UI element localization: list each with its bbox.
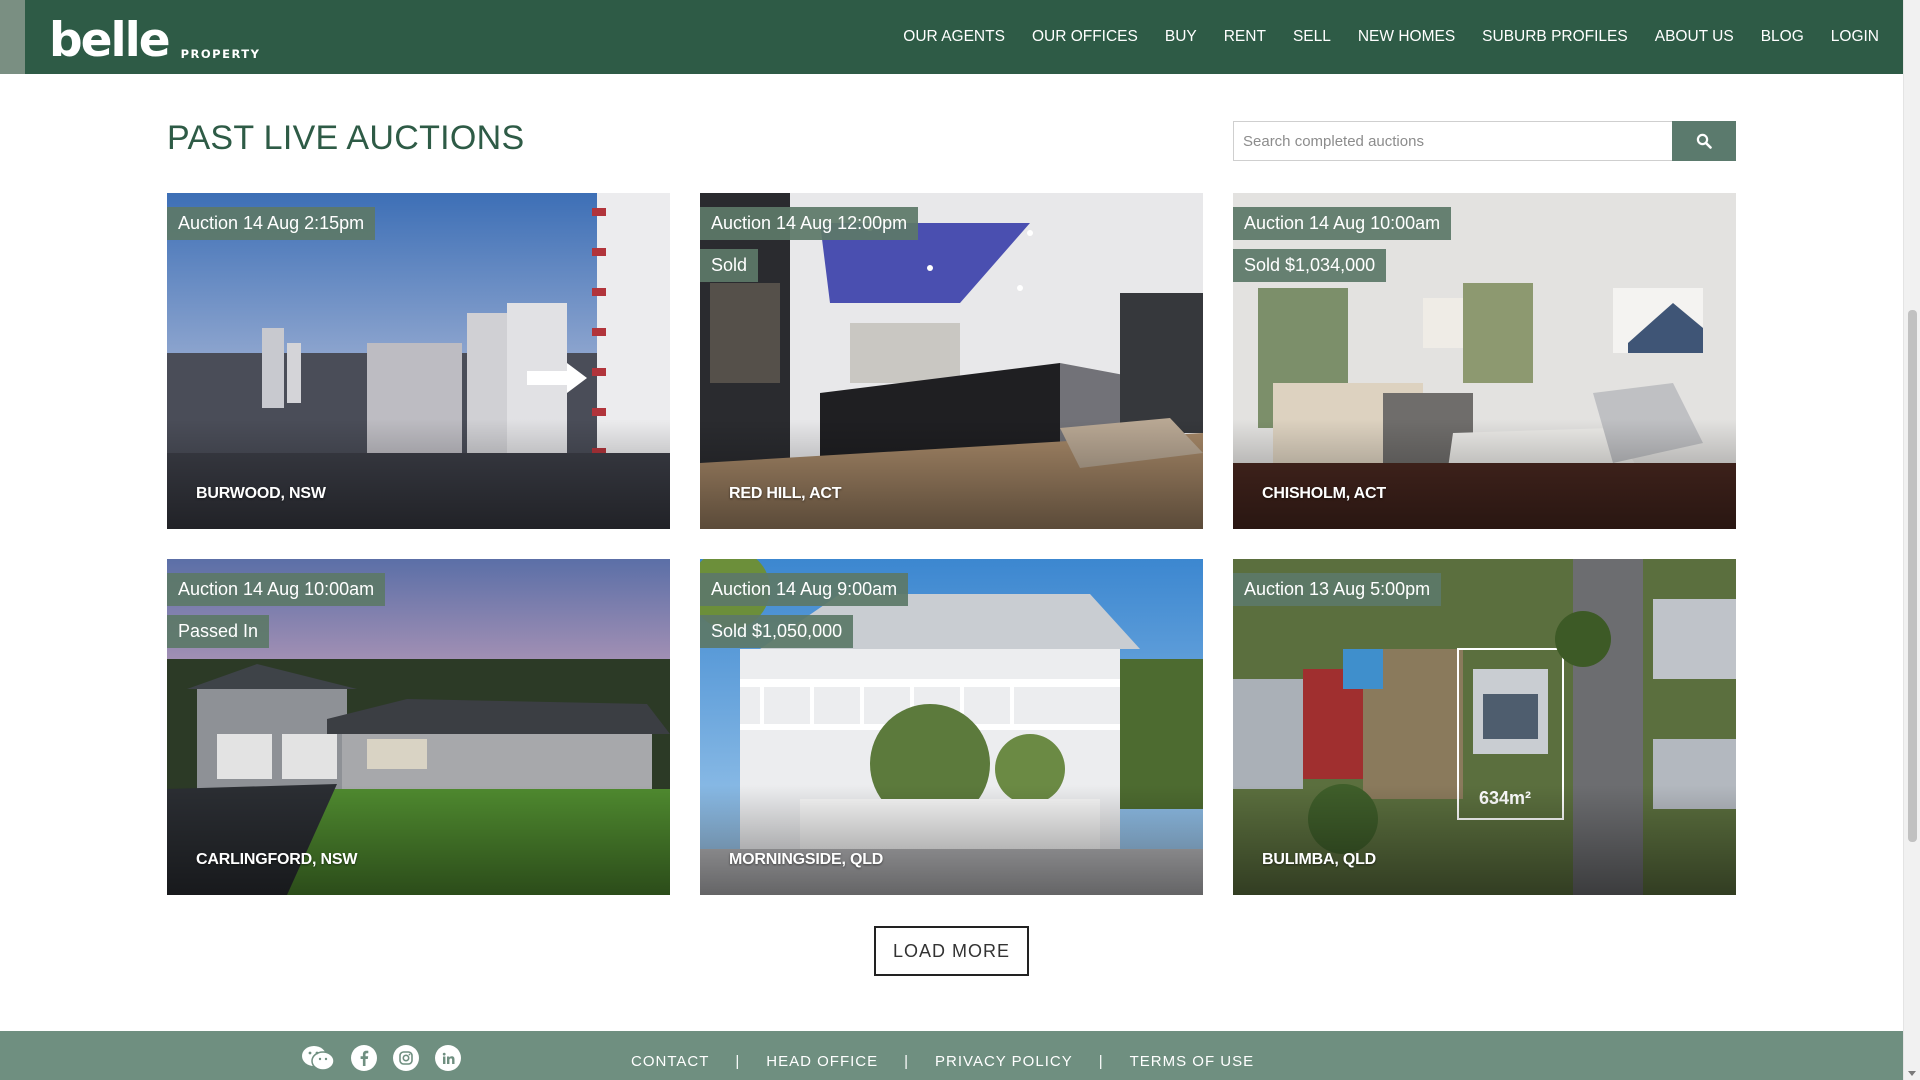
auction-date-badge: Auction 14 Aug 2:15pm	[167, 207, 376, 240]
auction-card[interactable]: Auction 14 Aug 12:00pm Sold RED HILL, AC…	[700, 193, 1203, 529]
auction-date-badge: Auction 14 Aug 12:00pm	[700, 207, 919, 240]
page-title: PAST LIVE AUCTIONS	[167, 119, 525, 157]
page-scrollbar[interactable]	[1903, 0, 1920, 1080]
main-nav: OUR AGENTS OUR OFFICES BUY RENT SELL NEW…	[876, 0, 1879, 74]
footer-links: CONTACT | HEAD OFFICE | PRIVACY POLICY |…	[631, 1031, 1254, 1080]
scroll-down-arrow-icon[interactable]	[1908, 1071, 1916, 1076]
search-input[interactable]	[1233, 121, 1672, 161]
logo-wordmark: belle	[49, 13, 171, 68]
auction-card[interactable]: Auction 14 Aug 10:00am Sold $1,034,000 C…	[1233, 193, 1736, 529]
property-photo: 634m²	[1233, 559, 1736, 895]
property-photo	[700, 559, 1203, 895]
auction-card[interactable]: Auction 14 Aug 10:00am Passed In CARLING…	[167, 559, 670, 895]
site-footer: CONTACT | HEAD OFFICE | PRIVACY POLICY |…	[0, 1031, 1903, 1080]
auction-date-badge: Auction 13 Aug 5:00pm	[1233, 573, 1442, 606]
footer-link-privacy-policy[interactable]: PRIVACY POLICY	[935, 1053, 1073, 1070]
site-header: belle PROPERTY OUR AGENTS OUR OFFICES BU…	[0, 0, 1903, 74]
instagram-icon[interactable]	[393, 1045, 419, 1071]
property-photo	[1233, 193, 1736, 529]
property-location: BURWOOD, NSW	[196, 485, 326, 502]
footer-link-terms-of-use[interactable]: TERMS OF USE	[1130, 1053, 1255, 1070]
search-button[interactable]	[1672, 121, 1736, 161]
footer-link-contact[interactable]: CONTACT	[631, 1053, 709, 1070]
photo-shade	[1233, 785, 1736, 895]
linkedin-icon[interactable]	[435, 1045, 461, 1071]
footer-separator: |	[904, 1052, 910, 1070]
auction-card[interactable]: Auction 14 Aug 9:00am Sold $1,050,000 MO…	[700, 559, 1203, 895]
auction-result-badge: Sold $1,050,000	[700, 615, 854, 648]
nav-our-agents[interactable]: OUR AGENTS	[903, 28, 1005, 46]
auction-date-badge: Auction 14 Aug 10:00am	[167, 573, 386, 606]
nav-about-us[interactable]: ABOUT US	[1655, 28, 1734, 46]
search-icon	[1696, 133, 1712, 149]
facebook-icon[interactable]	[351, 1045, 377, 1071]
load-more-button[interactable]: LOAD MORE	[874, 926, 1029, 976]
property-photo	[167, 193, 670, 529]
property-location: MORNINGSIDE, QLD	[729, 851, 884, 868]
auction-date-badge: Auction 14 Aug 10:00am	[1233, 207, 1452, 240]
belle-property-logo[interactable]: belle PROPERTY	[49, 10, 260, 64]
logo-subtitle: PROPERTY	[180, 47, 261, 61]
photo-shade	[167, 785, 670, 895]
property-photo	[167, 559, 670, 895]
photo-shade	[700, 419, 1203, 529]
auction-result-badge: Sold	[700, 249, 759, 282]
header-side-strip	[0, 0, 25, 74]
photo-shade	[167, 419, 670, 529]
photo-shade	[700, 785, 1203, 895]
nav-login[interactable]: LOGIN	[1831, 28, 1879, 46]
footer-separator: |	[1098, 1052, 1104, 1070]
nav-our-offices[interactable]: OUR OFFICES	[1032, 28, 1138, 46]
auction-search	[1233, 121, 1736, 161]
property-location: CARLINGFORD, NSW	[196, 851, 358, 868]
social-links	[301, 1044, 477, 1072]
property-location: CHISHOLM, ACT	[1262, 485, 1386, 502]
nav-suburb-profiles[interactable]: SUBURB PROFILES	[1482, 28, 1628, 46]
auction-card[interactable]: 634m² Auction 13 Aug 5:00pm BULIMBA, QLD	[1233, 559, 1736, 895]
nav-buy[interactable]: BUY	[1165, 28, 1197, 46]
footer-separator: |	[735, 1052, 741, 1070]
nav-rent[interactable]: RENT	[1224, 28, 1266, 46]
property-location: RED HILL, ACT	[729, 485, 842, 502]
auction-card[interactable]: Auction 14 Aug 2:15pm BURWOOD, NSW	[167, 193, 670, 529]
property-location: BULIMBA, QLD	[1262, 851, 1377, 868]
property-photo	[700, 193, 1203, 529]
photo-shade	[1233, 419, 1736, 529]
nav-new-homes[interactable]: NEW HOMES	[1358, 28, 1455, 46]
auction-date-badge: Auction 14 Aug 9:00am	[700, 573, 909, 606]
nav-blog[interactable]: BLOG	[1761, 28, 1804, 46]
auction-result-badge: Sold $1,034,000	[1233, 249, 1387, 282]
nav-sell[interactable]: SELL	[1293, 28, 1331, 46]
scrollbar-thumb[interactable]	[1908, 310, 1917, 842]
auction-result-badge: Passed In	[167, 615, 270, 648]
footer-link-head-office[interactable]: HEAD OFFICE	[766, 1053, 878, 1070]
wechat-icon[interactable]	[301, 1044, 335, 1072]
